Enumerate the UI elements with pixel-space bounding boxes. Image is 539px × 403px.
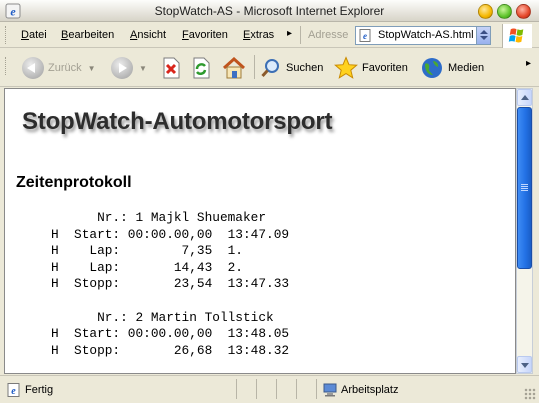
svg-text:e: e bbox=[363, 31, 367, 41]
vertical-scrollbar[interactable] bbox=[516, 88, 533, 374]
search-label: Suchen bbox=[286, 62, 324, 74]
menu-more-chevron-icon[interactable]: ▸ bbox=[287, 28, 292, 39]
search-icon bbox=[261, 59, 279, 78]
log-line: H Lap: 7,35 1. bbox=[51, 243, 243, 259]
timing-log: Nr.: 1 Majkl Shuemaker H Start: 00:00.00,… bbox=[51, 210, 289, 359]
title-bar[interactable]: e StopWatch-AS - Microsoft Internet Expl… bbox=[0, 0, 539, 22]
toolbar-grip[interactable] bbox=[5, 57, 8, 75]
forward-button[interactable]: ▼ bbox=[111, 54, 147, 82]
back-label: Zurück bbox=[48, 62, 82, 74]
window-title: StopWatch-AS - Microsoft Internet Explor… bbox=[154, 4, 385, 18]
page-subheading: Zeitenprotokoll bbox=[16, 174, 132, 191]
menu-extras[interactable]: Extras bbox=[243, 29, 274, 41]
page-done-icon: e bbox=[7, 383, 20, 397]
resize-gripper-icon[interactable] bbox=[524, 388, 536, 400]
windows-logo-icon bbox=[502, 24, 532, 48]
refresh-icon bbox=[193, 57, 210, 79]
svg-text:e: e bbox=[11, 386, 16, 397]
log-line: H Stopp: 26,68 13:48.32 bbox=[51, 342, 290, 358]
favorites-button[interactable]: Favoriten bbox=[334, 54, 408, 82]
scroll-up-button[interactable] bbox=[517, 89, 532, 106]
log-line: H Start: 00:00.00,00 13:48.05 bbox=[51, 326, 290, 342]
security-zone-text: Arbeitsplatz bbox=[341, 384, 399, 396]
menu-separator bbox=[300, 26, 301, 44]
log-line: Nr.: 2 Martin Tollstick bbox=[51, 309, 274, 325]
home-icon bbox=[222, 57, 246, 79]
favorites-star-icon bbox=[334, 56, 358, 79]
status-separator bbox=[316, 379, 317, 399]
log-line: H Stopp: 23,54 13:47.33 bbox=[51, 276, 290, 292]
forward-dropdown-icon[interactable]: ▼ bbox=[139, 64, 147, 73]
scroll-down-button[interactable] bbox=[517, 356, 532, 373]
toolbar-separator bbox=[254, 55, 255, 79]
scroll-thumb[interactable] bbox=[517, 107, 532, 269]
back-arrow-icon bbox=[22, 57, 44, 79]
log-line: Nr.: 1 Majkl Shuemaker bbox=[51, 210, 267, 225]
stop-icon bbox=[163, 57, 180, 79]
log-line: H Lap: 14,43 2. bbox=[51, 259, 243, 275]
home-button[interactable] bbox=[222, 54, 246, 82]
menu-bearbeiten[interactable]: Bearbeiten bbox=[61, 29, 114, 41]
maximize-button[interactable] bbox=[497, 4, 512, 19]
status-text: Fertig bbox=[25, 384, 54, 396]
page-favicon-icon: e bbox=[359, 29, 371, 42]
menu-ansicht[interactable]: Ansicht bbox=[130, 29, 166, 41]
media-button[interactable]: Medien bbox=[420, 54, 484, 82]
forward-arrow-icon bbox=[111, 57, 133, 79]
browser-window: e StopWatch-AS - Microsoft Internet Expl… bbox=[0, 0, 539, 403]
address-bar[interactable]: e StopWatch-AS.html bbox=[355, 26, 491, 45]
stop-button[interactable] bbox=[161, 54, 181, 82]
log-line: H Start: 00:00.00,00 13:47.09 bbox=[51, 226, 290, 242]
toolbar-more-chevron-icon[interactable]: ▸ bbox=[526, 58, 531, 69]
standard-toolbar: Zurück ▼ ▼ Suchen Favoriten Medien ▸ bbox=[0, 49, 539, 87]
back-button[interactable]: Zurück ▼ bbox=[22, 54, 96, 82]
close-button[interactable] bbox=[516, 4, 531, 19]
my-computer-icon bbox=[323, 383, 337, 397]
media-globe-icon bbox=[422, 58, 442, 78]
status-bar: e Fertig Arbeitsplatz bbox=[0, 375, 539, 403]
refresh-button[interactable] bbox=[191, 54, 211, 82]
menu-bar: Datei Bearbeiten Ansicht Favoriten Extra… bbox=[0, 22, 539, 48]
menu-grip[interactable] bbox=[5, 26, 8, 44]
page-content: StopWatch-Automotorsport Zeitenprotokoll… bbox=[4, 88, 516, 374]
search-button[interactable]: Suchen bbox=[260, 54, 323, 82]
menu-datei[interactable]: Datei bbox=[21, 29, 47, 41]
status-separator bbox=[256, 379, 257, 399]
page-heading: StopWatch-Automotorsport bbox=[22, 108, 333, 135]
status-separator bbox=[276, 379, 277, 399]
media-label: Medien bbox=[448, 62, 485, 74]
status-separator bbox=[236, 379, 237, 399]
favorites-label: Favoriten bbox=[362, 62, 408, 74]
address-label: Adresse bbox=[308, 29, 349, 41]
address-value[interactable]: StopWatch-AS.html bbox=[378, 29, 474, 41]
status-separator bbox=[296, 379, 297, 399]
address-dropdown-button[interactable] bbox=[476, 27, 490, 44]
menu-favoriten[interactable]: Favoriten bbox=[182, 29, 228, 41]
back-dropdown-icon[interactable]: ▼ bbox=[88, 64, 96, 73]
minimize-button[interactable] bbox=[478, 4, 493, 19]
